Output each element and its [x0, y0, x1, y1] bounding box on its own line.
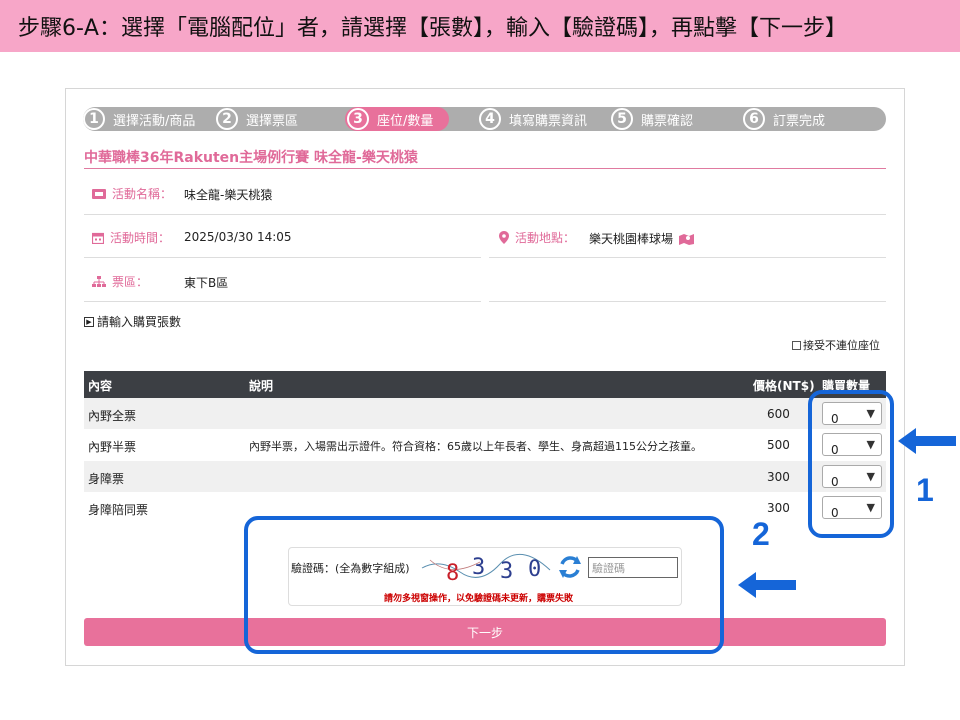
step-label: 選擇票區	[246, 113, 299, 129]
event-name-label: 活動名稱：	[92, 185, 172, 202]
divider	[489, 257, 886, 258]
step-number: 4	[479, 108, 501, 130]
divider	[489, 301, 886, 302]
event-name-value: 味全龍-樂天桃猿	[184, 188, 273, 202]
event-time-label: 活動時間：	[92, 229, 170, 246]
progress-steps: 1 選擇活動/商品 2 選擇票區 3 座位/數量 4 填寫購票資訊 5 購票確認…	[83, 107, 886, 131]
row-price: 600	[767, 407, 790, 421]
arrow-left-icon	[738, 572, 796, 598]
table-row: 內野半票 內野半票，入場需出示證件。符合資格：65歲以上年長者、學生、身高超過1…	[84, 429, 886, 460]
map-icon[interactable]	[679, 233, 695, 245]
ticket-icon	[92, 188, 106, 199]
header-content: 內容	[88, 379, 113, 393]
ticket-area-label-text: 票區：	[112, 275, 149, 289]
step-number: 6	[743, 108, 765, 130]
step-6: 6 訂票完成	[743, 107, 825, 131]
row-price: 300	[767, 501, 790, 515]
header-description: 說明	[249, 379, 274, 393]
step-4: 4 填寫購票資訊	[479, 107, 587, 131]
annotation-box-captcha	[244, 516, 724, 654]
row-price: 500	[767, 438, 790, 452]
divider	[84, 257, 481, 258]
row-content: 內野全票	[88, 409, 137, 423]
row-content: 身障陪同票	[88, 503, 149, 517]
instruction-banner: 步驟6-A：選擇「電腦配位」者，請選擇【張數】，輸入【驗證碼】，再點擊【下一步】	[0, 0, 960, 52]
annotation-box-quantity	[808, 390, 894, 538]
ticket-area-value: 東下B區	[184, 276, 229, 290]
sitemap-icon	[92, 275, 106, 287]
event-venue-value: 樂天桃園棒球場	[589, 230, 695, 247]
accept-nonadjacent-label: 接受不連位座位	[803, 339, 880, 352]
table-row: 內野全票 600 0 ▼	[84, 398, 886, 429]
step-2: 2 選擇票區	[216, 107, 298, 131]
divider	[84, 301, 481, 302]
event-name-label-text: 活動名稱：	[112, 187, 173, 201]
calendar-icon	[92, 232, 104, 244]
row-description: 內野半票，入場需出示證件。符合資格：65歲以上年長者、學生、身高超過115公分之…	[249, 440, 702, 453]
play-icon: ▶	[84, 316, 94, 327]
step-label: 座位/數量	[377, 113, 434, 129]
ticket-table-header: 內容 說明 價格(NT$) 購買數量	[84, 371, 886, 398]
event-title: 中華職棒36年Rakuten主場例行賽 味全龍-樂天桃猿	[84, 150, 418, 166]
location-pin-icon	[499, 231, 509, 244]
step-number: 1	[83, 108, 105, 130]
row-content: 身障票	[88, 472, 125, 486]
ticket-area-label: 票區：	[92, 273, 148, 290]
event-venue-label: 活動地點：	[499, 229, 575, 246]
step-number: 2	[216, 108, 238, 130]
event-time-label-text: 活動時間：	[110, 231, 171, 245]
venue-text: 樂天桃園棒球場	[589, 232, 674, 246]
step-5: 5 購票確認	[611, 107, 693, 131]
row-content: 內野半票	[88, 440, 137, 454]
step-label: 填寫購票資訊	[509, 113, 588, 129]
annotation-number-1: 1	[916, 472, 934, 508]
step-number: 3	[347, 108, 369, 130]
event-time-value: 2025/03/30 14:05	[184, 230, 292, 244]
row-price: 300	[767, 470, 790, 484]
accept-nonadjacent-checkbox[interactable]	[792, 340, 801, 350]
step-1: 1 選擇活動/商品	[83, 107, 195, 131]
quantity-prompt-text: 請輸入購買張數	[97, 315, 182, 329]
annotation-number-2: 2	[752, 516, 770, 552]
divider	[84, 214, 886, 215]
accept-nonadjacent-option[interactable]: 接受不連位座位	[792, 337, 880, 353]
arrow-left-icon	[898, 428, 956, 454]
step-label: 訂票完成	[773, 113, 826, 129]
step-label: 選擇活動/商品	[113, 113, 196, 129]
header-price: 價格(NT$)	[753, 379, 815, 393]
step-label: 購票確認	[641, 113, 694, 129]
banner-text: 步驟6-A：選擇「電腦配位」者，請選擇【張數】，輸入【驗證碼】，再點擊【下一步】	[18, 16, 847, 41]
quantity-prompt: ▶ 請輸入購買張數	[84, 313, 181, 330]
title-divider	[84, 168, 886, 169]
step-number: 5	[611, 108, 633, 130]
event-venue-label-text: 活動地點：	[515, 231, 576, 245]
step-3-current: 3 座位/數量	[345, 107, 450, 131]
table-row: 身障票 300 0 ▼	[84, 461, 886, 492]
